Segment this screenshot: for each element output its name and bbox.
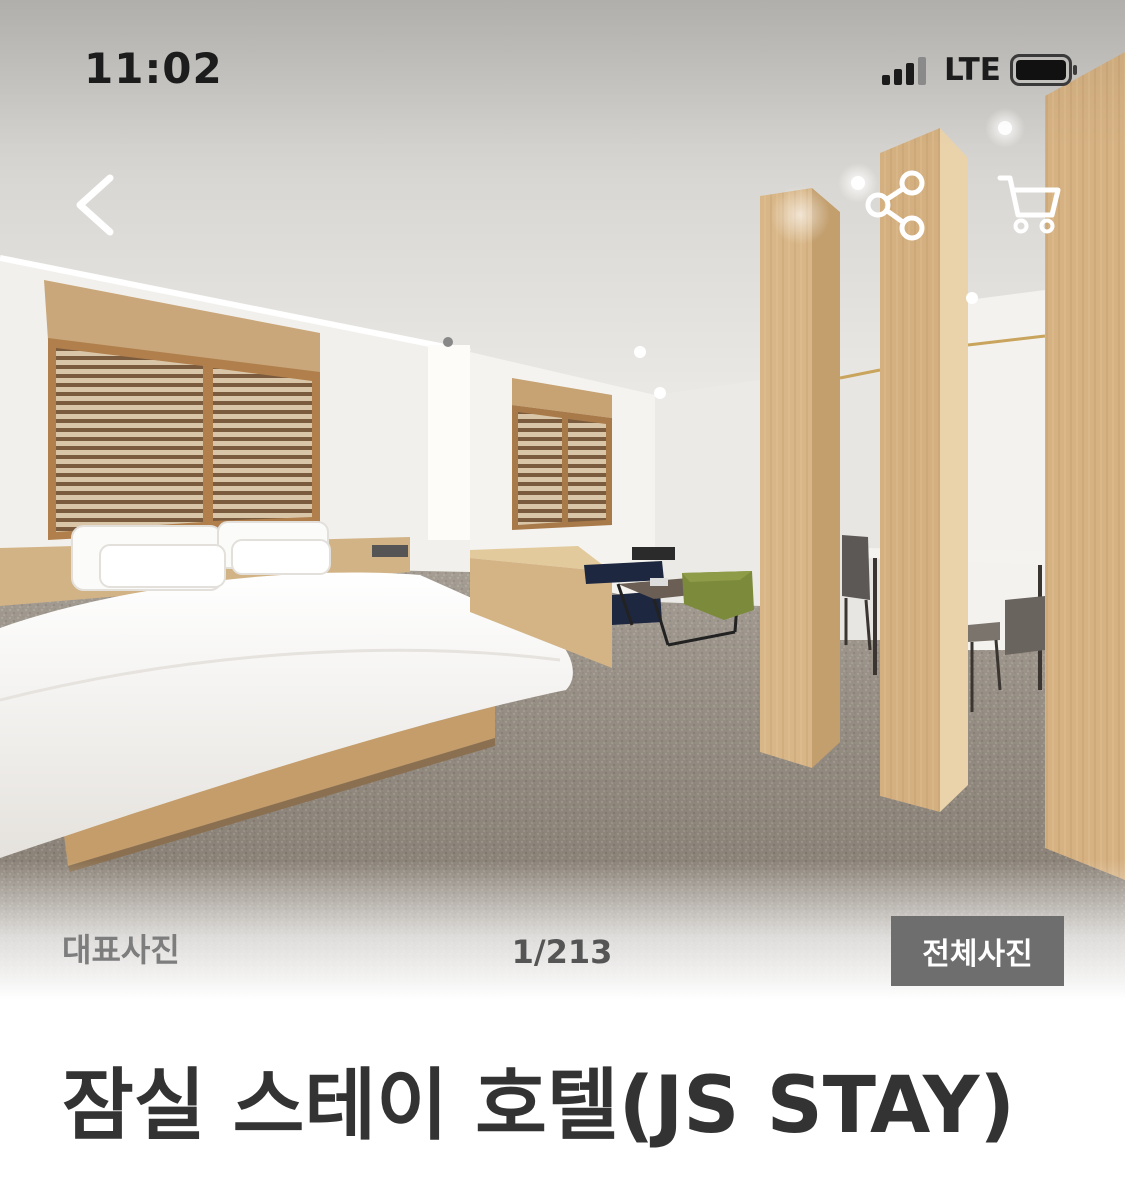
hotel-name-title: 잠실 스테이 호텔(JS STAY): [62, 1061, 1015, 1151]
back-button[interactable]: [60, 160, 130, 250]
photo-counter: 1/213: [511, 933, 613, 971]
network-type: LTE: [944, 52, 1001, 88]
cart-icon: [997, 175, 1061, 234]
hotel-detail-screen: 대표사진 1/213 전체사진 11:02 LTE 잠실 스테이 호텔(JS S…: [0, 0, 1125, 1188]
floor-lamp: [428, 337, 470, 540]
view-all-photos-button[interactable]: 전체사진: [891, 916, 1064, 986]
share-button[interactable]: [860, 165, 935, 245]
signal-bars-icon: [882, 57, 926, 85]
share-icon: [865, 170, 925, 241]
battery-icon: [1010, 54, 1077, 86]
status-time: 11:02: [84, 44, 223, 93]
representative-photo-label: 대표사진: [62, 931, 180, 969]
cart-button[interactable]: [990, 165, 1070, 245]
hotel-room-photo: [0, 0, 1125, 1000]
photo-gallery[interactable]: 대표사진 1/213 전체사진: [0, 0, 1125, 1000]
chevron-left-icon: [76, 174, 114, 236]
